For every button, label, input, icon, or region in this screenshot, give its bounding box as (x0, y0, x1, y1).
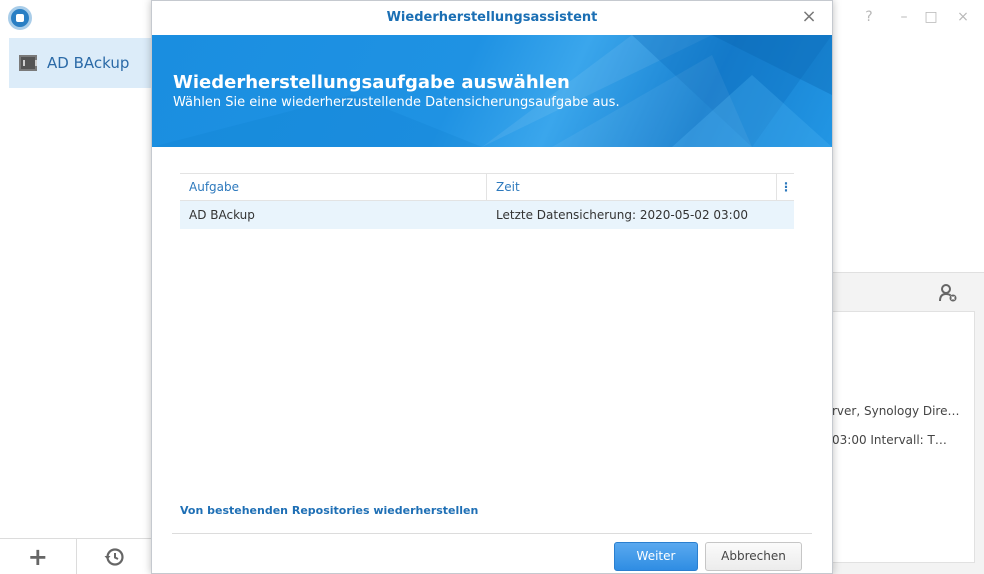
restore-task-grid: Aufgabe Zeit ⋮ AD BAckup Letzte Datensic… (180, 173, 794, 230)
nas-icon (19, 55, 37, 71)
add-task-button[interactable]: + (0, 539, 76, 574)
column-header-time[interactable]: Zeit (487, 174, 777, 201)
app-logo-icon (8, 6, 32, 30)
history-icon (104, 547, 124, 566)
close-icon[interactable]: × (800, 8, 818, 26)
maximize-icon[interactable]: □ (923, 9, 939, 25)
restore-wizard-dialog: Wiederherstellungsassistent × Wiederhers… (151, 0, 833, 574)
plus-icon: + (27, 542, 48, 571)
footer-divider (172, 533, 812, 534)
task-detail-content: rver, Synology Dire… 03:00 Intervall: T… (832, 311, 975, 563)
window-close-icon[interactable]: × (955, 9, 971, 25)
row-last-backup-time: Letzte Datensicherung: 2020-05-02 03:00 (496, 208, 748, 222)
dialog-title: Wiederherstellungsassistent (386, 10, 598, 25)
row-task-name: AD BAckup (189, 208, 255, 222)
wizard-banner: Wiederherstellungsaufgabe auswählen Wähl… (152, 35, 832, 147)
sidebar-item-ad-backup[interactable]: AD BAckup (9, 38, 154, 88)
task-destination-text: rver, Synology Dire… (832, 404, 960, 418)
column-menu-icon[interactable]: ⋮ (778, 174, 794, 201)
grid-header: Aufgabe Zeit ⋮ (180, 173, 794, 201)
minimize-icon[interactable]: – (896, 9, 912, 25)
task-detail-panel: rver, Synology Dire… 03:00 Intervall: T… (832, 272, 984, 574)
column-header-task[interactable]: Aufgabe (180, 174, 487, 201)
sidebar-item-label: AD BAckup (47, 54, 130, 72)
task-sidebar: AD BAckup (0, 34, 154, 574)
user-remove-icon[interactable] (938, 283, 958, 303)
restore-from-repository-link[interactable]: Von bestehenden Repositories wiederherst… (180, 504, 478, 517)
cancel-button[interactable]: Abbrechen (705, 542, 802, 571)
table-row[interactable]: AD BAckup Letzte Datensicherung: 2020-05… (180, 201, 794, 229)
restore-history-button[interactable] (75, 539, 153, 574)
sidebar-toolbar: + (0, 538, 152, 574)
help-icon[interactable]: ? (861, 9, 877, 25)
wizard-step-subtitle: Wählen Sie eine wiederherzustellende Dat… (173, 95, 620, 110)
next-button[interactable]: Weiter (614, 542, 698, 571)
wizard-step-title: Wiederherstellungsaufgabe auswählen (173, 72, 570, 93)
task-schedule-text: 03:00 Intervall: T… (832, 433, 947, 447)
